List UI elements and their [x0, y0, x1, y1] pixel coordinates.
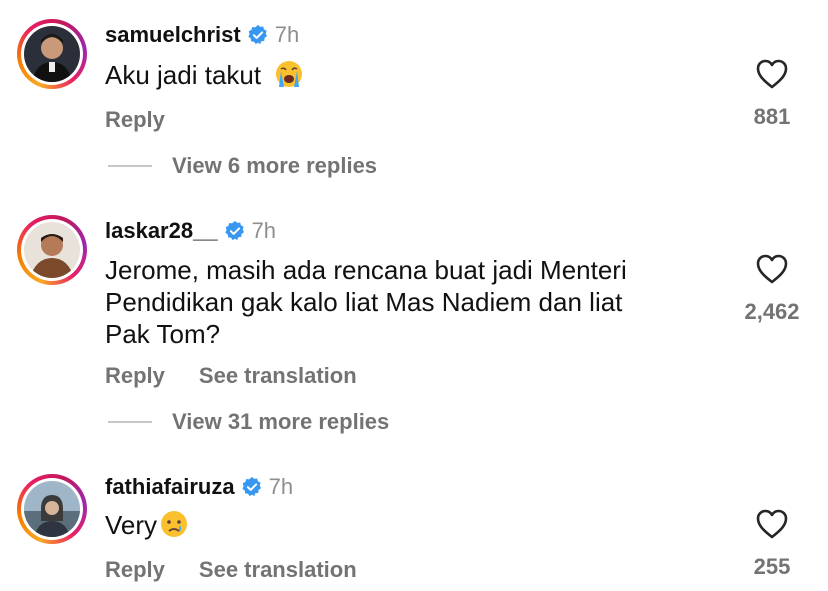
comment-text-body: Very	[105, 510, 158, 540]
timestamp: 7h	[251, 218, 277, 243]
verified-badge-icon	[224, 220, 244, 241]
reply-button[interactable]: Reply	[105, 363, 165, 389]
comment-samuelchrist: samuelchrist 7h Aku jadi takut Reply 881…	[0, 0, 828, 190]
username[interactable]: laskar28__	[105, 218, 218, 244]
comment-text: Jerome, masih ada rencana buat jadi Ment…	[105, 254, 705, 350]
comment-text-body: Aku jadi takut	[105, 60, 262, 90]
view-more-replies[interactable]: View 31 more replies	[108, 409, 389, 435]
see-translation-button[interactable]: See translation	[199, 557, 357, 583]
like-count: 2,462	[744, 299, 800, 324]
comment-text: Aku jadi takut	[105, 59, 705, 91]
view-more-replies[interactable]: View 6 more replies	[108, 153, 377, 179]
like-heart-icon[interactable]	[755, 58, 789, 90]
avatar-story-ring[interactable]	[17, 474, 87, 544]
crying-face-emoji	[161, 511, 188, 537]
like-count: 255	[753, 554, 791, 579]
avatar	[24, 26, 80, 82]
divider-line	[108, 421, 152, 423]
username[interactable]: fathiafairuza	[105, 474, 235, 500]
timestamp: 7h	[268, 474, 294, 499]
verified-badge-icon	[241, 476, 261, 497]
view-more-label[interactable]: View 6 more replies	[172, 153, 377, 179]
reply-button[interactable]: Reply	[105, 107, 165, 133]
see-translation-button[interactable]: See translation	[199, 363, 357, 389]
like-count: 881	[753, 104, 791, 129]
avatar-story-ring[interactable]	[17, 19, 87, 89]
divider-line	[108, 165, 152, 167]
verified-badge-icon	[248, 24, 267, 45]
comment-text-line: Pak Tom?	[105, 319, 221, 349]
comment-text-line: Jerome, masih ada rencana buat jadi Ment…	[105, 255, 627, 285]
avatar-story-ring[interactable]	[17, 215, 87, 285]
avatar	[24, 222, 80, 278]
timestamp: 7h	[274, 22, 300, 47]
avatar	[24, 481, 80, 537]
comment-text: Very	[105, 509, 705, 541]
like-heart-icon[interactable]	[755, 253, 789, 285]
loudly-crying-face-emoji	[276, 61, 303, 87]
view-more-label[interactable]: View 31 more replies	[172, 409, 389, 435]
comment-text-line: Pendidikan gak kalo liat Mas Nadiem dan …	[105, 287, 623, 317]
username[interactable]: samuelchrist	[105, 22, 241, 48]
like-heart-icon[interactable]	[755, 508, 789, 540]
reply-button[interactable]: Reply	[105, 557, 165, 583]
